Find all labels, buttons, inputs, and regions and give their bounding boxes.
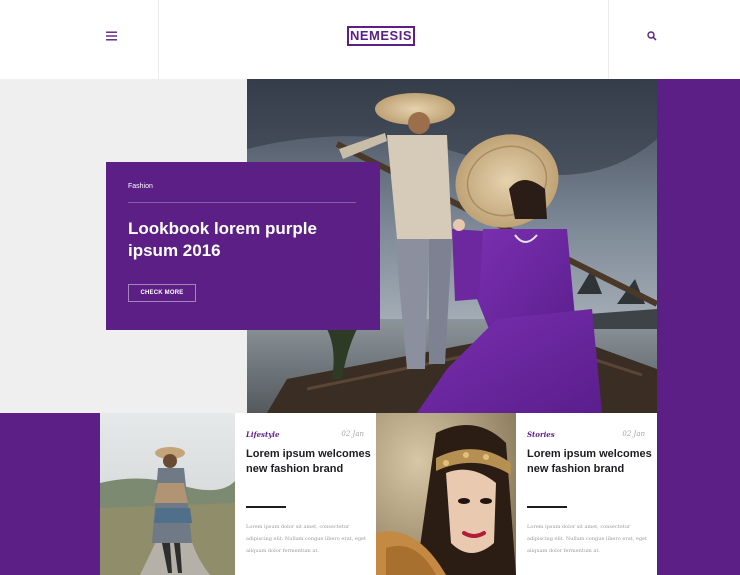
divider [246, 506, 286, 508]
post-card: Stories 02 Jan Lorem ipsum welcomes new … [516, 413, 657, 575]
search-icon[interactable] [642, 27, 662, 45]
post-date: 02 Jan [341, 430, 364, 438]
check-more-button[interactable]: CHECK MORE [128, 284, 196, 302]
featured-post-card: Fashion Lookbook lorem purple ipsum 2016… [106, 162, 380, 330]
section-accent-block [0, 413, 100, 575]
divider [128, 202, 356, 203]
post-card: Lifestyle 02 Jan Lorem ipsum welcomes ne… [235, 413, 376, 575]
post-thumbnail[interactable] [100, 413, 235, 575]
post-category[interactable]: Stories [527, 430, 555, 439]
header-divider [608, 0, 609, 79]
site-header: NEMESIS [0, 0, 740, 79]
post-category[interactable]: Lifestyle [246, 430, 279, 439]
post-excerpt: Lorem ipsum dolor sit amet, consectetur … [527, 524, 647, 554]
post-excerpt: Lorem ipsum dolor sit amet, consectetur … [246, 524, 366, 554]
post-date: 02 Jan [622, 430, 645, 438]
post-title[interactable]: Lorem ipsum welcomes new fashion brand [527, 447, 652, 477]
post-title[interactable]: Lookbook lorem purple ipsum 2016 [128, 218, 363, 262]
divider [527, 506, 567, 508]
post-title[interactable]: Lorem ipsum welcomes new fashion brand [246, 447, 371, 477]
hamburger-menu-icon[interactable] [102, 27, 122, 45]
header-divider [158, 0, 159, 79]
site-logo[interactable]: NEMESIS [347, 26, 415, 46]
post-thumbnail[interactable] [376, 413, 516, 575]
hero-accent-strip [657, 79, 740, 575]
post-category[interactable]: Fashion [128, 183, 153, 190]
